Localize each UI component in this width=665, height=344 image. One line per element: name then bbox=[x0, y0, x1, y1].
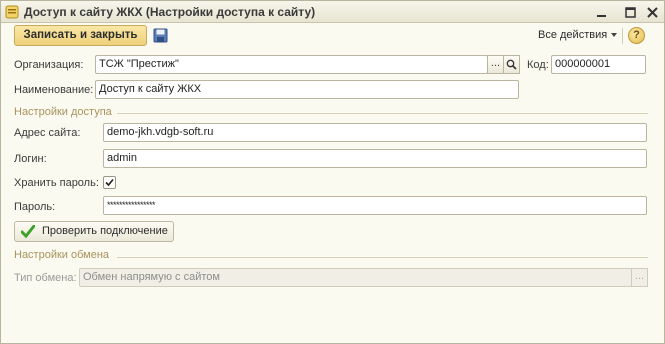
organization-select-button[interactable]: ... bbox=[487, 55, 504, 74]
organization-field[interactable]: ТСЖ "Престиж" bbox=[95, 55, 488, 74]
title-bar: Доступ к сайту ЖКХ (Настройки доступа к … bbox=[1, 1, 664, 23]
toolbar-divider bbox=[622, 28, 623, 44]
name-label: Наименование: bbox=[14, 84, 94, 96]
save-and-close-button[interactable]: Записать и закрыть bbox=[14, 25, 147, 46]
exchange-type-select-button[interactable]: ... bbox=[631, 268, 648, 287]
exchange-settings-divider bbox=[117, 257, 648, 258]
checkmark-icon bbox=[105, 178, 114, 187]
login-label: Логин: bbox=[14, 153, 47, 165]
exchange-type-label: Тип обмена: bbox=[14, 272, 77, 284]
code-label: Код: bbox=[527, 59, 549, 71]
code-field[interactable]: 000000001 bbox=[551, 55, 646, 74]
close-button[interactable] bbox=[646, 6, 659, 19]
save-password-label: Хранить пароль: bbox=[14, 177, 99, 189]
maximize-icon bbox=[625, 7, 636, 18]
window-title: Доступ к сайту ЖКХ (Настройки доступа к … bbox=[24, 5, 316, 19]
access-settings-divider bbox=[117, 113, 648, 114]
exchange-settings-section-title: Настройки обмена bbox=[14, 249, 110, 261]
help-icon[interactable]: ? bbox=[628, 27, 645, 44]
minimize-icon bbox=[597, 15, 606, 17]
site-address-label: Адрес сайта: bbox=[14, 127, 81, 139]
access-settings-section-title: Настройки доступа bbox=[14, 106, 112, 118]
check-connection-button[interactable]: Проверить подключение bbox=[14, 221, 174, 242]
password-label: Пароль: bbox=[14, 201, 56, 213]
password-field[interactable]: **************** bbox=[103, 196, 647, 215]
command-bar: Записать и закрыть Все действия ? bbox=[1, 24, 664, 48]
exchange-type-field[interactable]: Обмен напрямую с сайтом bbox=[79, 268, 632, 287]
maximize-button[interactable] bbox=[624, 6, 637, 19]
organization-label: Организация: bbox=[14, 59, 84, 71]
app-icon bbox=[5, 5, 19, 19]
check-connection-label: Проверить подключение bbox=[42, 225, 168, 237]
green-check-icon bbox=[21, 225, 35, 238]
close-icon bbox=[647, 7, 658, 18]
search-icon bbox=[506, 59, 517, 70]
name-field[interactable]: Доступ к сайту ЖКХ bbox=[95, 80, 519, 99]
settings-window: Доступ к сайту ЖКХ (Настройки доступа к … bbox=[0, 0, 665, 344]
login-field[interactable]: admin bbox=[103, 149, 647, 168]
save-icon[interactable] bbox=[153, 28, 168, 43]
chevron-down-icon bbox=[611, 33, 618, 38]
all-actions-label: Все действия bbox=[538, 29, 608, 41]
all-actions-menu[interactable]: Все действия bbox=[538, 29, 618, 41]
site-address-field[interactable]: demo-jkh.vdgb-soft.ru bbox=[103, 123, 647, 142]
organization-search-button[interactable] bbox=[503, 55, 520, 74]
save-password-checkbox[interactable] bbox=[103, 176, 116, 189]
minimize-button[interactable] bbox=[595, 6, 608, 19]
